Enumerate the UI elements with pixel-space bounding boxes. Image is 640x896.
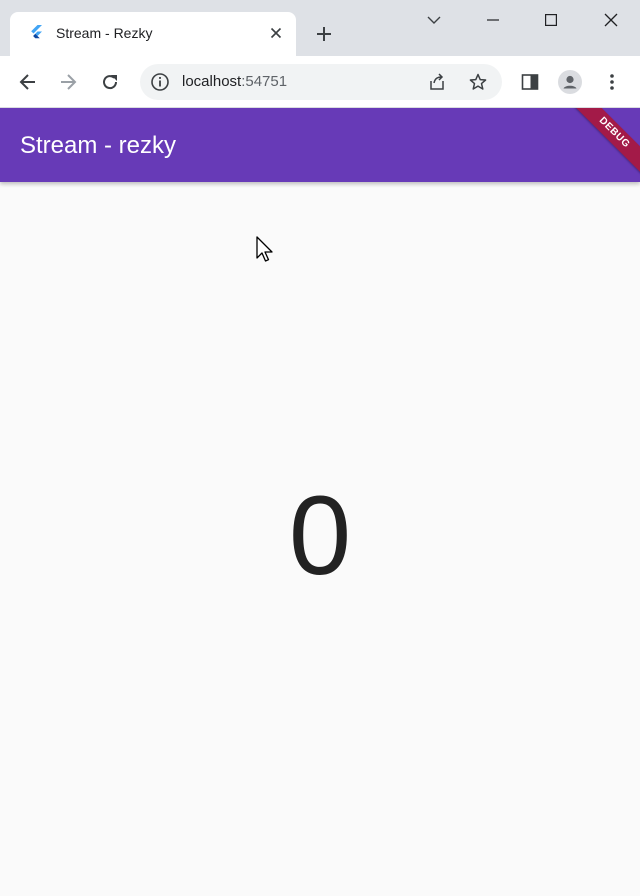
side-panel-icon — [521, 74, 539, 90]
new-tab-button[interactable] — [310, 20, 338, 48]
back-button[interactable] — [12, 66, 44, 98]
reload-icon — [103, 75, 118, 90]
tab-title: Stream - Rezky — [56, 25, 153, 41]
plus-icon — [317, 27, 331, 41]
browser-window: Stream - Rezky localhost:54751 Stream - … — [0, 0, 640, 896]
arrow-left-icon — [19, 74, 35, 90]
flutter-icon — [31, 25, 42, 39]
avatar-icon — [558, 70, 582, 94]
app-viewport: Stream - rezky DEBUG 0 — [0, 108, 640, 896]
browser-toolbar: localhost:54751 — [0, 56, 640, 108]
minimize-button[interactable] — [476, 6, 510, 34]
app-bar: Stream - rezky — [0, 108, 640, 182]
app-bar-title: Stream - rezky — [20, 132, 177, 159]
kebab-menu-icon — [610, 74, 614, 90]
star-icon — [469, 73, 487, 90]
tab-active[interactable]: Stream - Rezky — [10, 12, 296, 56]
address-bar[interactable]: localhost:54751 — [140, 64, 502, 100]
url-host: localhost — [182, 73, 242, 90]
info-icon[interactable] — [150, 72, 170, 92]
chevron-down-icon — [427, 16, 441, 24]
maximize-button[interactable] — [534, 6, 568, 34]
share-button[interactable] — [425, 70, 449, 94]
reload-button[interactable] — [94, 66, 126, 98]
share-icon — [430, 73, 444, 90]
mouse-cursor-icon — [256, 236, 273, 262]
minimize-icon — [487, 19, 499, 21]
tab-strip: Stream - Rezky — [0, 0, 640, 56]
close-icon — [604, 13, 618, 27]
url-text[interactable]: localhost:54751 — [182, 73, 287, 91]
profile-button[interactable] — [554, 66, 586, 98]
arrow-right-icon — [61, 74, 77, 90]
menu-button[interactable] — [596, 66, 628, 98]
tab-search-button[interactable] — [417, 6, 451, 34]
bookmark-button[interactable] — [466, 70, 490, 94]
url-port: :54751 — [241, 73, 288, 90]
stream-counter-value: 0 — [288, 473, 352, 598]
side-panel-button[interactable] — [514, 66, 546, 98]
close-icon[interactable] — [266, 23, 286, 43]
forward-button[interactable] — [52, 66, 84, 98]
maximize-icon — [545, 14, 557, 26]
window-close-button[interactable] — [594, 6, 628, 34]
